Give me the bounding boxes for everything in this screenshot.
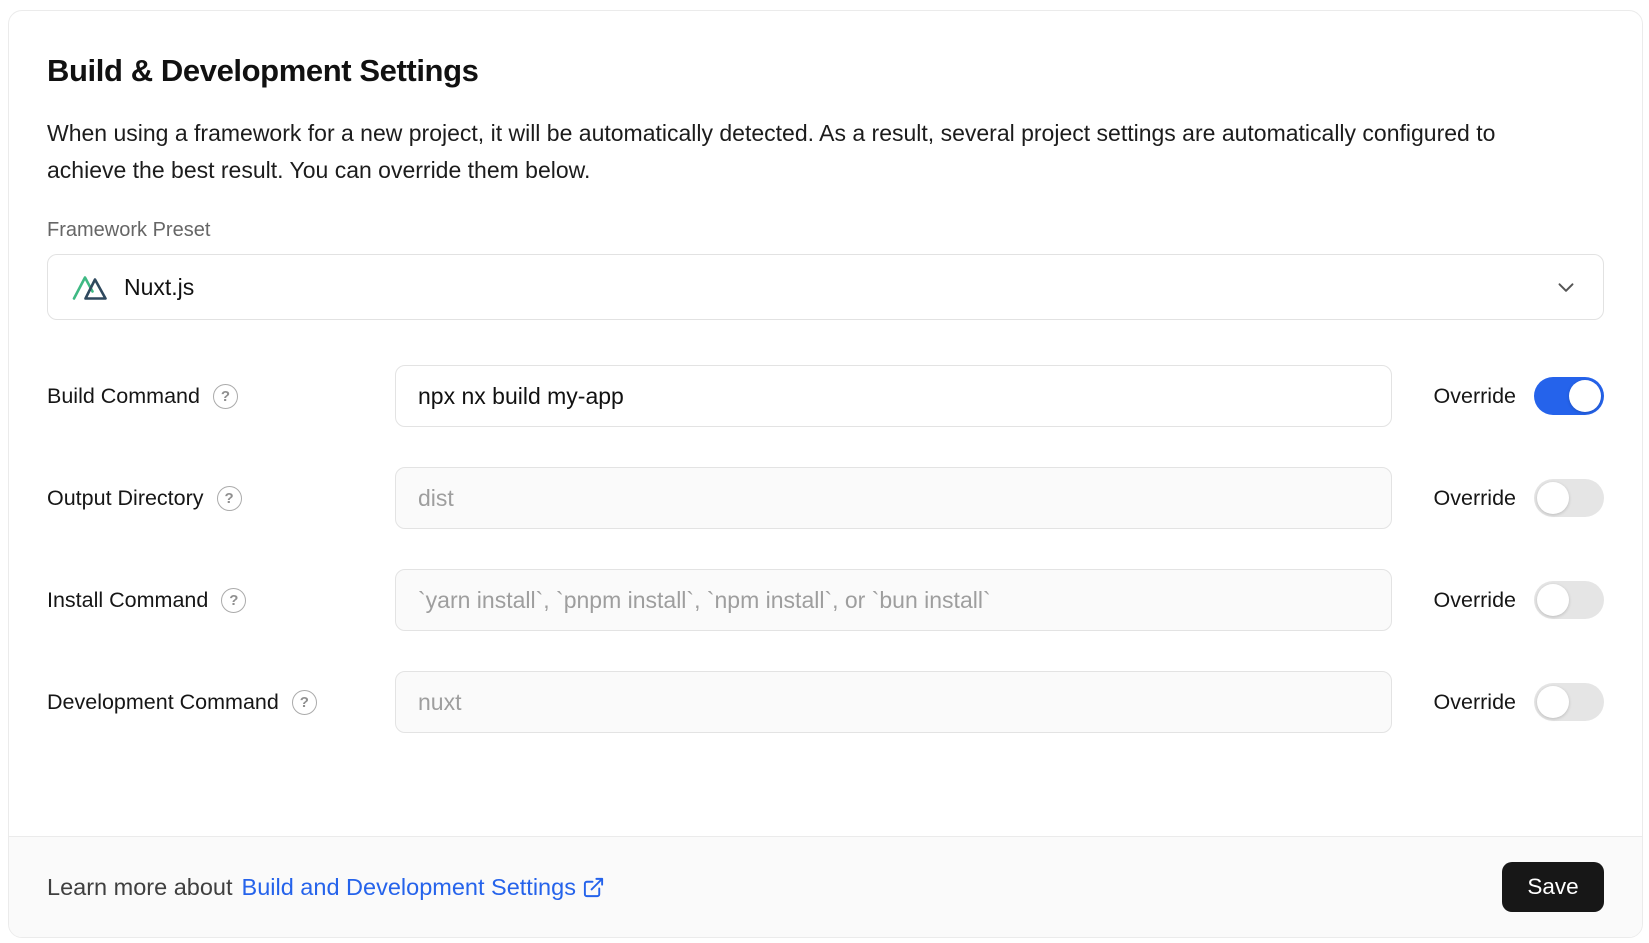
learn-more-prefix: Learn more about (47, 874, 233, 901)
output-directory-input-wrap (395, 467, 1392, 529)
external-link-icon (582, 876, 605, 899)
build-command-override-group: Override (1434, 377, 1604, 415)
output-directory-label: Output Directory (47, 486, 204, 511)
toggle-knob (1537, 686, 1569, 718)
save-button[interactable]: Save (1502, 862, 1604, 912)
chevron-down-icon (1553, 274, 1579, 300)
toggle-knob (1537, 584, 1569, 616)
help-icon[interactable]: ? (221, 588, 246, 613)
development-command-label: Development Command (47, 690, 279, 715)
settings-description: When using a framework for a new project… (47, 115, 1507, 189)
help-icon[interactable]: ? (213, 384, 238, 409)
output-directory-input (395, 467, 1392, 529)
framework-preset-label: Framework Preset (47, 219, 1604, 242)
install-command-input-wrap (395, 569, 1392, 631)
development-command-input-wrap (395, 671, 1392, 733)
build-settings-docs-link[interactable]: Build and Development Settings (242, 874, 605, 901)
override-label: Override (1434, 588, 1516, 613)
toggle-knob (1569, 380, 1601, 412)
help-icon[interactable]: ? (217, 486, 242, 511)
nuxt-logo-icon (72, 273, 109, 301)
output-directory-row: Output Directory ? Override (47, 467, 1604, 529)
build-settings-card: Build & Development Settings When using … (8, 10, 1643, 938)
card-footer: Learn more about Build and Development S… (9, 836, 1642, 937)
build-command-input[interactable] (395, 365, 1392, 427)
development-command-override-toggle[interactable] (1534, 683, 1604, 721)
output-directory-label-group: Output Directory ? (47, 486, 395, 511)
help-icon[interactable]: ? (292, 690, 317, 715)
framework-preset-select[interactable]: Nuxt.js (47, 254, 1604, 320)
docs-link-text: Build and Development Settings (242, 874, 576, 901)
override-label: Override (1434, 384, 1516, 409)
install-command-override-toggle[interactable] (1534, 581, 1604, 619)
framework-selected-value: Nuxt.js (124, 274, 194, 301)
page-title: Build & Development Settings (47, 53, 1604, 89)
install-command-override-group: Override (1434, 581, 1604, 619)
toggle-knob (1537, 482, 1569, 514)
install-command-label-group: Install Command ? (47, 588, 395, 613)
development-command-row: Development Command ? Override (47, 671, 1604, 733)
build-command-label-group: Build Command ? (47, 384, 395, 409)
learn-more-text: Learn more about Build and Development S… (47, 874, 605, 901)
development-command-input (395, 671, 1392, 733)
build-command-row: Build Command ? Override (47, 365, 1604, 427)
install-command-row: Install Command ? Override (47, 569, 1604, 631)
install-command-input (395, 569, 1392, 631)
build-command-input-wrap (395, 365, 1392, 427)
install-command-label: Install Command (47, 588, 208, 613)
output-directory-override-toggle[interactable] (1534, 479, 1604, 517)
build-command-label: Build Command (47, 384, 200, 409)
development-command-label-group: Development Command ? (47, 690, 395, 715)
output-directory-override-group: Override (1434, 479, 1604, 517)
development-command-override-group: Override (1434, 683, 1604, 721)
override-label: Override (1434, 690, 1516, 715)
build-command-override-toggle[interactable] (1534, 377, 1604, 415)
override-label: Override (1434, 486, 1516, 511)
card-body: Build & Development Settings When using … (9, 11, 1642, 836)
